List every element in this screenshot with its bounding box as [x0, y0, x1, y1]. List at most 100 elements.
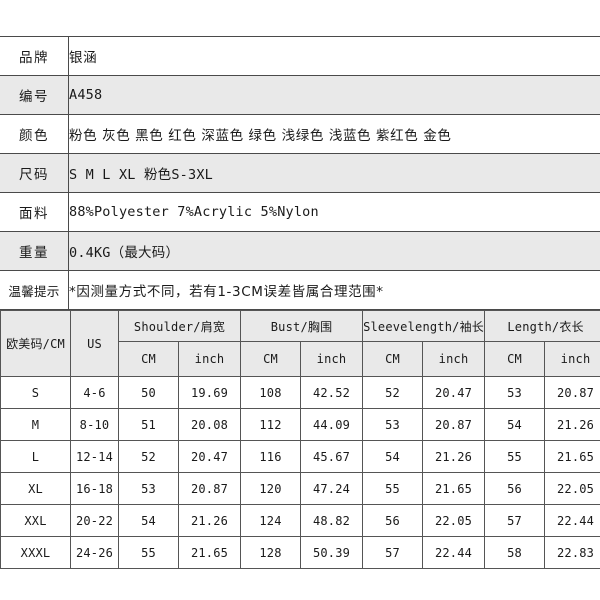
column-header-sleeve-length: Sleevelength/袖长: [362, 310, 486, 342]
size-chart-body: S 4-6 50 19.69 108 42.52 52 20.47 53 20.…: [0, 376, 600, 569]
table-row: L 12-14 52 20.47 116 45.67 54 21.26 55 2…: [0, 440, 600, 473]
attribute-value-brand: 银涵: [68, 36, 600, 76]
attribute-label-notice: 温馨提示: [0, 270, 69, 310]
cell-shoulder-cm: 51: [118, 408, 179, 441]
cell-sleeve-inch: 21.65: [422, 472, 486, 505]
table-row: S 4-6 50 19.69 108 42.52 52 20.47 53 20.…: [0, 376, 600, 409]
cell-bust-inch: 42.52: [300, 376, 364, 409]
cell-length-inch: 21.65: [544, 440, 600, 473]
column-header-bust-inch: inch: [300, 341, 364, 377]
cell-shoulder-cm: 50: [118, 376, 179, 409]
cell-length-cm: 53: [484, 376, 546, 409]
attribute-label-model-number: 编号: [0, 75, 69, 115]
attribute-label-color: 颜色: [0, 114, 69, 154]
attribute-label-fabric: 面料: [0, 192, 69, 232]
cell-size: XXL: [0, 504, 71, 537]
column-header-sleeve-inch: inch: [422, 341, 486, 377]
column-header-bust-cm: CM: [240, 341, 302, 377]
cell-bust-inch: 45.67: [300, 440, 364, 473]
attribute-label-size: 尺码: [0, 153, 69, 193]
cell-sleeve-cm: 57: [362, 536, 424, 569]
cell-shoulder-inch: 21.65: [177, 536, 242, 569]
cell-us: 4-6: [70, 376, 119, 409]
table-row: XXL 20-22 54 21.26 124 48.82 56 22.05 57…: [0, 504, 600, 537]
product-attribute-body: 品牌 银涵 编号 A458 颜色 粉色 灰色 黑色 红色 深蓝色 绿色 浅绿色 …: [0, 36, 600, 310]
column-header-shoulder-cm: CM: [118, 341, 179, 377]
cell-shoulder-inch: 20.87: [177, 472, 242, 505]
table-row: M 8-10 51 20.08 112 44.09 53 20.87 54 21…: [0, 408, 600, 441]
cell-bust-inch: 47.24: [300, 472, 364, 505]
table-row: 温馨提示 *因测量方式不同，若有1-3CM误差皆属合理范围*: [0, 270, 600, 310]
table-row: XXXL 24-26 55 21.65 128 50.39 57 22.44 5…: [0, 536, 600, 569]
attribute-value-size: S M L XL 粉色S-3XL: [68, 153, 600, 193]
column-header-length-cm: CM: [484, 341, 546, 377]
cell-length-cm: 57: [484, 504, 546, 537]
cell-bust-cm: 128: [240, 536, 302, 569]
cell-bust-inch: 48.82: [300, 504, 364, 537]
cell-sleeve-inch: 22.05: [422, 504, 486, 537]
cell-size: M: [0, 408, 71, 441]
cell-us: 20-22: [70, 504, 119, 537]
table-row: 尺码 S M L XL 粉色S-3XL: [0, 153, 600, 193]
cell-length-inch: 22.05: [544, 472, 600, 505]
table-row: XL 16-18 53 20.87 120 47.24 55 21.65 56 …: [0, 472, 600, 505]
attribute-value-model-number: A458: [68, 75, 600, 115]
cell-length-inch: 22.83: [544, 536, 600, 569]
table-row: 面料 88%Polyester 7%Acrylic 5%Nylon: [0, 192, 600, 232]
column-header-eu-size: 欧美码/CM: [0, 310, 71, 377]
cell-length-inch: 20.87: [544, 376, 600, 409]
column-header-shoulder: Shoulder/肩宽: [117, 310, 242, 342]
cell-bust-cm: 120: [240, 472, 302, 505]
cell-shoulder-cm: 54: [118, 504, 179, 537]
attribute-value-notice: *因测量方式不同，若有1-3CM误差皆属合理范围*: [68, 270, 600, 310]
cell-length-cm: 54: [484, 408, 546, 441]
cell-shoulder-inch: 21.26: [177, 504, 242, 537]
cell-sleeve-inch: 20.87: [422, 408, 486, 441]
cell-bust-inch: 44.09: [300, 408, 364, 441]
column-header-length-inch: inch: [544, 341, 600, 377]
cell-size: L: [0, 440, 71, 473]
product-spec-sheet: 品牌 银涵 编号 A458 颜色 粉色 灰色 黑色 红色 深蓝色 绿色 浅绿色 …: [0, 0, 600, 600]
attribute-value-color: 粉色 灰色 黑色 红色 深蓝色 绿色 浅绿色 浅蓝色 紫红色 金色: [68, 114, 600, 154]
cell-bust-cm: 108: [240, 376, 302, 409]
table-row: 品牌 银涵: [0, 36, 600, 76]
cell-length-inch: 22.44: [544, 504, 600, 537]
cell-us: 16-18: [70, 472, 119, 505]
cell-sleeve-inch: 21.26: [422, 440, 486, 473]
cell-length-inch: 21.26: [544, 408, 600, 441]
cell-sleeve-cm: 53: [362, 408, 424, 441]
cell-sleeve-inch: 20.47: [422, 376, 486, 409]
cell-sleeve-cm: 54: [362, 440, 424, 473]
cell-shoulder-cm: 52: [118, 440, 179, 473]
size-chart-header: 欧美码/CM US Shoulder/肩宽 Bust/胸围 Sleeveleng…: [0, 310, 600, 377]
attribute-value-weight: 0.4KG（最大码）: [68, 231, 600, 271]
table-row: 编号 A458: [0, 75, 600, 115]
attribute-value-fabric: 88%Polyester 7%Acrylic 5%Nylon: [68, 192, 600, 232]
cell-us: 8-10: [70, 408, 119, 441]
cell-shoulder-inch: 19.69: [177, 376, 242, 409]
cell-shoulder-cm: 53: [118, 472, 179, 505]
cell-bust-cm: 116: [240, 440, 302, 473]
cell-size: XXXL: [0, 536, 71, 569]
column-header-bust: Bust/胸围: [240, 310, 364, 342]
cell-size: S: [0, 376, 71, 409]
column-header-shoulder-inch: inch: [177, 341, 242, 377]
cell-shoulder-inch: 20.47: [177, 440, 242, 473]
cell-sleeve-cm: 55: [362, 472, 424, 505]
cell-sleeve-cm: 56: [362, 504, 424, 537]
cell-sleeve-cm: 52: [362, 376, 424, 409]
cell-length-cm: 56: [484, 472, 546, 505]
cell-bust-inch: 50.39: [300, 536, 364, 569]
product-attribute-table: 品牌 银涵 编号 A458 颜色 粉色 灰色 黑色 红色 深蓝色 绿色 浅绿色 …: [0, 36, 600, 310]
cell-shoulder-inch: 20.08: [177, 408, 242, 441]
attribute-label-weight: 重量: [0, 231, 69, 271]
table-row: 重量 0.4KG（最大码）: [0, 231, 600, 271]
table-row: 颜色 粉色 灰色 黑色 红色 深蓝色 绿色 浅绿色 浅蓝色 紫红色 金色: [0, 114, 600, 154]
cell-bust-cm: 112: [240, 408, 302, 441]
cell-us: 12-14: [70, 440, 119, 473]
column-header-length: Length/衣长: [484, 310, 600, 342]
column-header-us-size: US: [70, 310, 119, 377]
cell-shoulder-cm: 55: [118, 536, 179, 569]
cell-bust-cm: 124: [240, 504, 302, 537]
size-chart-table: 欧美码/CM US Shoulder/肩宽 Bust/胸围 Sleeveleng…: [0, 310, 600, 569]
